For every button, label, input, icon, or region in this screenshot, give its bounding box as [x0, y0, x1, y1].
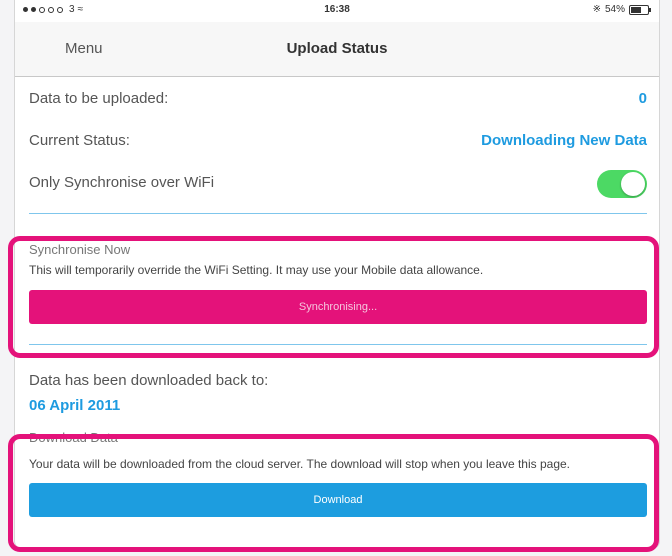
- current-status-row: Current Status: Downloading New Data: [29, 132, 647, 149]
- navigation-bar: Menu Upload Status: [15, 22, 659, 77]
- wifi-only-row: Only Synchronise over WiFi: [29, 170, 647, 198]
- divider: [29, 213, 647, 214]
- current-status-value: Downloading New Data: [481, 132, 647, 149]
- battery-indicator: ※ 54%: [592, 4, 651, 15]
- download-section-description: Your data will be downloaded from the cl…: [29, 457, 571, 471]
- data-to-upload-value: 0: [638, 90, 647, 107]
- device-frame: 3 ≈ 16:38 ※ 54% Menu Upload Status Data …: [14, 0, 660, 549]
- current-status-label: Current Status:: [29, 132, 130, 149]
- divider: [29, 344, 647, 345]
- wifi-only-toggle[interactable]: [597, 170, 647, 198]
- page-title: Upload Status: [286, 40, 388, 57]
- bluetooth-icon: ※: [592, 4, 601, 15]
- download-section-title: Download Data: [29, 430, 118, 445]
- status-bar: 3 ≈ 16:38 ※ 54%: [15, 0, 659, 22]
- synchronise-button[interactable]: Synchronising...: [29, 290, 647, 324]
- sync-section-description: This will temporarily override the WiFi …: [29, 263, 484, 277]
- download-button[interactable]: Download: [29, 483, 647, 517]
- toggle-knob: [621, 172, 645, 196]
- downloaded-back-date: 06 April 2011: [29, 397, 121, 414]
- data-to-upload-label: Data to be uploaded:: [29, 90, 169, 107]
- battery-icon: [629, 4, 651, 15]
- data-to-upload-row: Data to be uploaded: 0: [29, 90, 647, 107]
- battery-percent: 54%: [604, 4, 625, 15]
- downloaded-back-label: Data has been downloaded back to:: [29, 372, 269, 389]
- status-time: 16:38: [324, 4, 350, 15]
- sync-section-title: Synchronise Now: [29, 242, 131, 257]
- wifi-only-label: Only Synchronise over WiFi: [29, 174, 215, 191]
